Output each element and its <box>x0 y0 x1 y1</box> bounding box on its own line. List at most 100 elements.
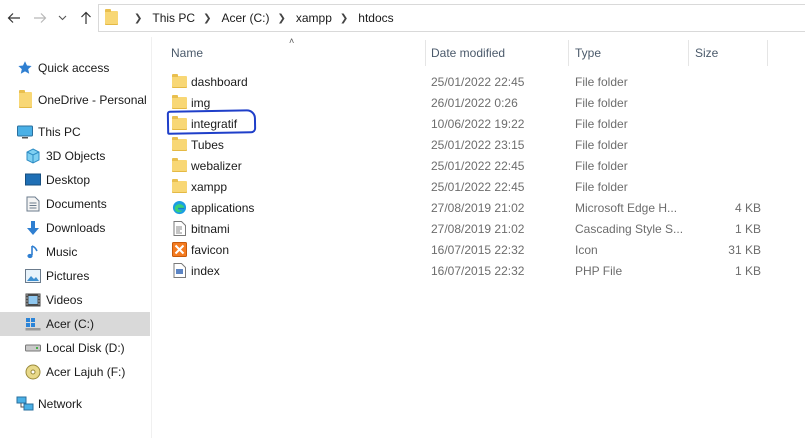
recent-locations-chevron-icon[interactable] <box>54 6 70 30</box>
file-date: 10/06/2022 19:22 <box>431 116 525 131</box>
address-bar[interactable]: ❯ This PC ❯ Acer (C:) ❯ xampp ❯ htdocs <box>98 4 805 32</box>
sidebar-item-label: Music <box>46 245 78 259</box>
file-row-img[interactable]: img 26/01/2022 0:26 File folder <box>160 92 780 113</box>
sidebar-item-acer-c[interactable]: Acer (C:) <box>0 312 150 336</box>
folder-icon <box>171 178 188 195</box>
breadcrumb-acer-c[interactable]: Acer (C:) <box>221 11 269 25</box>
file-type: File folder <box>575 116 628 131</box>
sidebar-item-label: Documents <box>46 197 107 211</box>
sidebar-item-downloads[interactable]: Downloads <box>0 216 150 240</box>
address-folder-icon <box>105 9 118 25</box>
sidebar-item-local-disk-d[interactable]: Local Disk (D:) <box>0 336 150 360</box>
sidebar-item-videos[interactable]: Videos <box>0 288 150 312</box>
sidebar-item-label: Desktop <box>46 173 91 187</box>
edge-icon <box>171 199 188 216</box>
column-divider[interactable] <box>425 40 426 66</box>
windows-drive-icon <box>24 315 42 333</box>
chevron-right-icon[interactable]: ❯ <box>277 13 285 24</box>
folder-icon <box>16 90 34 109</box>
film-icon <box>24 291 42 309</box>
up-arrow-icon[interactable] <box>76 6 96 30</box>
column-divider[interactable] <box>688 40 689 66</box>
file-date: 25/01/2022 22:45 <box>431 158 525 173</box>
sidebar-item-desktop[interactable]: Desktop <box>0 168 150 192</box>
file-size: 31 KB <box>728 242 761 257</box>
sidebar-item-3d-objects[interactable]: 3D Objects <box>0 144 150 168</box>
file-type: Icon <box>575 242 598 257</box>
file-row-applications[interactable]: applications 27/08/2019 21:02 Microsoft … <box>160 197 780 218</box>
star-icon <box>16 59 34 77</box>
file-type: PHP File <box>575 263 623 278</box>
chevron-right-icon[interactable]: ❯ <box>203 13 211 24</box>
file-date: 26/01/2022 0:26 <box>431 95 518 110</box>
chevron-right-icon[interactable]: ❯ <box>134 13 142 24</box>
file-date: 16/07/2015 22:32 <box>431 263 525 278</box>
sidebar-item-pictures[interactable]: Pictures <box>0 264 150 288</box>
highlight-annotation <box>166 109 257 135</box>
file-type: File folder <box>575 74 628 89</box>
folder-icon <box>171 94 188 111</box>
sidebar-item-label: Network <box>38 397 83 411</box>
pane-divider[interactable] <box>151 37 152 438</box>
file-row-dashboard[interactable]: dashboard 25/01/2022 22:45 File folder <box>160 71 780 92</box>
file-name: webalizer <box>191 158 242 173</box>
chevron-right-icon[interactable]: ❯ <box>340 13 348 24</box>
disc-drive-icon <box>24 363 42 381</box>
column-header-name[interactable]: Name <box>171 40 421 66</box>
sidebar-item-quick-access[interactable]: Quick access <box>0 56 150 80</box>
desktop-icon <box>24 171 42 189</box>
sidebar-item-label: Acer (C:) <box>46 317 94 331</box>
music-note-icon <box>24 243 42 261</box>
breadcrumb-htdocs[interactable]: htdocs <box>358 11 393 25</box>
file-date: 16/07/2015 22:32 <box>431 242 525 257</box>
network-icon <box>16 395 34 413</box>
column-header-date-modified[interactable]: Date modified <box>431 40 561 66</box>
drive-icon <box>24 339 42 357</box>
file-name: dashboard <box>191 74 248 89</box>
file-name: index <box>191 263 220 278</box>
file-name: favicon <box>191 242 230 257</box>
navigation-bar: ❯ This PC ❯ Acer (C:) ❯ xampp ❯ htdocs <box>0 0 805 37</box>
file-name: xampp <box>191 179 228 194</box>
file-row-webalizer[interactable]: webalizer 25/01/2022 22:45 File folder <box>160 155 780 176</box>
sidebar-item-acer-lajuh-f[interactable]: Acer Lajuh (F:) <box>0 360 150 384</box>
file-row-bitnami[interactable]: bitnami 27/08/2019 21:02 Cascading Style… <box>160 218 780 239</box>
back-arrow-icon[interactable] <box>4 6 24 30</box>
sidebar-item-music[interactable]: Music <box>0 240 150 264</box>
xampp-icon <box>171 241 188 258</box>
folder-icon <box>171 157 188 174</box>
breadcrumb-this-pc[interactable]: This PC <box>152 11 195 25</box>
sidebar-item-label: Local Disk (D:) <box>46 341 125 355</box>
column-divider[interactable] <box>767 40 768 66</box>
download-arrow-icon <box>24 219 42 237</box>
file-type: File folder <box>575 137 628 152</box>
column-header-type[interactable]: Type <box>575 40 685 66</box>
file-row-favicon[interactable]: favicon 16/07/2015 22:32 Icon 31 KB <box>160 239 780 260</box>
file-size <box>715 71 761 92</box>
file-size <box>715 92 761 113</box>
file-date: 27/08/2019 21:02 <box>431 200 525 215</box>
file-row-xampp[interactable]: xampp 25/01/2022 22:45 File folder <box>160 176 780 197</box>
forward-arrow-icon[interactable] <box>30 6 50 30</box>
sidebar-item-label: Acer Lajuh (F:) <box>46 365 126 379</box>
file-date: 25/01/2022 22:45 <box>431 179 525 194</box>
sidebar-item-onedrive[interactable]: OneDrive - Personal <box>0 88 150 112</box>
file-name: Tubes <box>191 137 224 152</box>
php-file-icon <box>171 262 188 279</box>
cube-icon <box>24 147 42 165</box>
document-icon <box>24 195 42 213</box>
file-row-index[interactable]: index 16/07/2015 22:32 PHP File 1 KB <box>160 260 780 281</box>
file-row-tubes[interactable]: Tubes 25/01/2022 23:15 File folder <box>160 134 780 155</box>
column-header-size[interactable]: Size <box>695 40 765 66</box>
file-type: Microsoft Edge H... <box>575 200 678 215</box>
column-divider[interactable] <box>568 40 569 66</box>
sidebar-item-this-pc[interactable]: This PC <box>0 120 150 144</box>
breadcrumb-xampp[interactable]: xampp <box>296 11 332 25</box>
css-file-icon <box>171 220 188 237</box>
file-date: 25/01/2022 23:15 <box>431 137 525 152</box>
sidebar-item-documents[interactable]: Documents <box>0 192 150 216</box>
computer-icon <box>16 123 34 141</box>
file-size: 4 KB <box>734 200 761 215</box>
sidebar-item-network[interactable]: Network <box>0 392 150 416</box>
file-size: 1 KB <box>734 263 761 278</box>
